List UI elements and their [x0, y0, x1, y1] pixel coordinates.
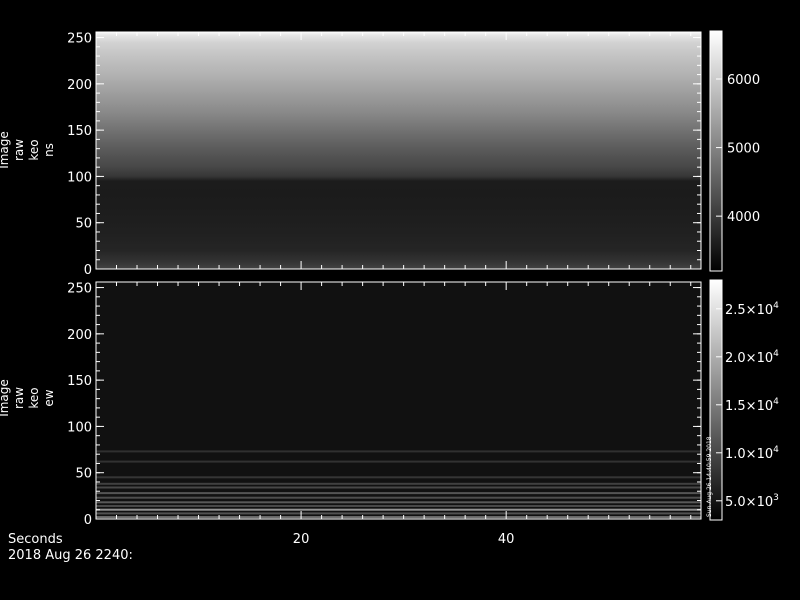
x-tick-labels: 20 40 — [293, 532, 515, 547]
ns-ylabel-line-3: keo — [27, 139, 41, 160]
colorbar-tick-label: 2.5×104 — [725, 301, 779, 318]
ns-colorbar-ticks: 4000 5000 6000 — [716, 73, 760, 225]
y-tick-label: 250 — [67, 32, 92, 47]
ns-colorbar: 4000 5000 6000 — [709, 30, 760, 272]
ew-streak-6 — [96, 492, 701, 495]
x-axis-label: Seconds — [8, 532, 63, 547]
ns-keogram-image — [96, 32, 701, 269]
y-tick-label: 150 — [67, 124, 92, 139]
ew-ylabel-line-3: keo — [27, 387, 41, 408]
ew-streak-1 — [96, 512, 701, 515]
ew-streak-10 — [96, 460, 701, 463]
ew-streak-7 — [96, 486, 701, 489]
ew-y-axis-title: Image raw keo ew — [0, 379, 56, 417]
ew-streak-3 — [96, 505, 701, 507]
y-tick-label: 0 — [84, 263, 92, 278]
colorbar-tick-label: 6000 — [727, 73, 760, 88]
colorbar-tick-exponent: 4 — [773, 445, 779, 455]
ns-keogram-panel: 0 50 100 150 200 250 Image raw keo ns — [0, 31, 702, 278]
keogram-figure: 050100150200250 Image raw keo ns 4000500… — [0, 30, 779, 563]
colorbar-tick-label: 4000 — [727, 210, 760, 225]
y-tick-label: 200 — [67, 78, 92, 93]
colorbar-tick-exponent: 4 — [773, 349, 779, 359]
ns-ylabel-line-4: ns — [42, 143, 56, 157]
colorbar-tick-label: 1.5×104 — [725, 397, 779, 414]
ns-ylabel-line-1: Image — [0, 131, 11, 169]
ns-ylabel-line-2: raw — [12, 139, 26, 161]
colorbar-tick-exponent: 4 — [773, 301, 779, 311]
ew-ylabel-line-2: raw — [12, 387, 26, 409]
date-label: 2018 Aug 26 2240: — [8, 548, 133, 563]
y-tick-label: 150 — [67, 374, 92, 389]
ew-ylabel-line-4: ew — [42, 389, 56, 406]
colorbar-tick-exponent: 4 — [773, 397, 779, 407]
y-tick-label: 100 — [67, 170, 92, 185]
ew-streak-4 — [96, 501, 701, 504]
colorbar-tick-label: 5000 — [727, 142, 760, 157]
ew-streak-9 — [96, 476, 701, 479]
ew-ylabel-line-1: Image — [0, 379, 11, 417]
ew-streak-0 — [96, 516, 701, 519]
ew-keogram-panel: 0 50 100 150 200 250 Image raw keo ew — [0, 281, 702, 528]
ew-streak-2 — [96, 508, 701, 511]
y-tick-label: 50 — [75, 467, 92, 482]
colorbar-tick-label: 2.0×104 — [725, 349, 779, 366]
ew-streak-11 — [96, 450, 701, 453]
ew-colorbar: 5.0×103 1.0×104 1.5×104 2.0×104 2.5×104 — [709, 279, 779, 521]
x-tick-label: 40 — [498, 532, 515, 547]
y-tick-label: 50 — [75, 217, 92, 232]
ew-colorbar-ticks: 5.0×103 1.0×104 1.5×104 2.0×104 2.5×104 — [716, 301, 779, 510]
y-tick-label: 0 — [84, 513, 92, 528]
y-tick-label: 100 — [67, 420, 92, 435]
ns-y-axis-title: Image raw keo ns — [0, 131, 56, 169]
ns-colorbar-gradient — [710, 31, 722, 271]
y-tick-label: 250 — [67, 282, 92, 297]
ew-streak-5 — [96, 496, 701, 499]
colorbar-tick-label: 5.0×103 — [725, 493, 779, 510]
colorbar-tick-label: 1.0×104 — [725, 445, 779, 462]
x-tick-label: 20 — [293, 532, 310, 547]
y-tick-label: 200 — [67, 328, 92, 343]
ew-streak-8 — [96, 482, 701, 485]
colorbar-tick-exponent: 3 — [773, 493, 779, 503]
plot-timestamp-stamp: Sun Aug 26 14:40:59 2018 — [706, 436, 713, 517]
